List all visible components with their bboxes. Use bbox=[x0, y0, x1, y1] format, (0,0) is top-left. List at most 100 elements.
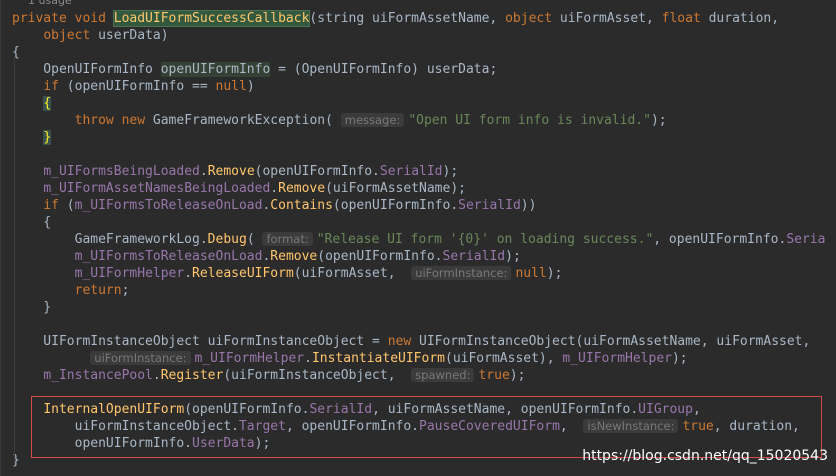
code-line[interactable] bbox=[0, 146, 836, 163]
code-line[interactable]: { bbox=[0, 44, 836, 61]
code-line[interactable]: } bbox=[0, 299, 836, 316]
code-token: m_UIFormsToReleaseOnLoad bbox=[74, 249, 263, 264]
code-token: "Open UI form info is invalid." bbox=[408, 113, 651, 128]
code-token: (openUIFormInfo. bbox=[332, 198, 459, 213]
code-token: (uiFormAssetName); bbox=[325, 181, 466, 196]
indent-guide bbox=[14, 56, 15, 464]
code-token: uiFormAsset, bbox=[552, 11, 662, 26]
code-token: (openUIFormInfo == bbox=[58, 79, 216, 94]
code-token: UIFormInstanceObject uiFormInstanceObjec… bbox=[12, 334, 388, 349]
code-token: m_UIFormHelper bbox=[194, 351, 305, 366]
code-line[interactable]: m_InstancePool.Register(uiFormInstanceOb… bbox=[0, 367, 836, 384]
code-line[interactable]: } bbox=[0, 129, 836, 146]
code-token: (openUIFormInfo. bbox=[254, 164, 380, 179]
code-line[interactable]: if (openUIFormInfo == null) bbox=[0, 78, 836, 95]
code-line[interactable]: m_UIFormsToReleaseOnLoad.Remove(openUIFo… bbox=[0, 248, 836, 265]
code-token: (openUIFormInfo. bbox=[317, 249, 443, 264]
code-token: private void bbox=[12, 11, 114, 26]
code-token: if bbox=[43, 198, 59, 213]
code-editor[interactable]: 1 usage private void LoadUIFormSuccessCa… bbox=[0, 0, 836, 476]
code-line[interactable]: GameFrameworkLog.Debug( format: "Release … bbox=[0, 231, 836, 248]
code-token: Debug bbox=[207, 232, 247, 247]
code-token: SerialId bbox=[458, 198, 521, 213]
code-line[interactable]: m_UIFormAssetNamesBeingLoaded.Remove(uiF… bbox=[0, 180, 836, 197]
code-token: null bbox=[515, 266, 547, 281]
code-token: (uiFormInstanceObject, bbox=[223, 368, 412, 383]
code-token: LoadUIFormSuccessCallback bbox=[112, 10, 311, 27]
code-token: Seria bbox=[786, 232, 826, 247]
code-token: . bbox=[184, 266, 193, 281]
code-token: ( bbox=[246, 232, 263, 247]
code-token: (uiFormAsset, bbox=[293, 266, 412, 281]
code-token: ( bbox=[58, 198, 75, 213]
code-token: object bbox=[43, 28, 91, 43]
code-token: . bbox=[270, 181, 279, 196]
code-token: true bbox=[478, 368, 510, 383]
code-token: (uiFormAsset), bbox=[445, 351, 563, 366]
code-token: Register bbox=[160, 368, 224, 383]
code-token: float bbox=[661, 11, 701, 26]
code-token: m_InstancePool bbox=[43, 368, 153, 383]
code-line[interactable]: { bbox=[0, 214, 836, 231]
code-token: return bbox=[74, 283, 122, 298]
code-token: m_UIFormAssetNamesBeingLoaded bbox=[43, 181, 271, 196]
code-token: openUIFormInfo bbox=[160, 62, 271, 77]
code-token: GameFrameworkException( bbox=[145, 113, 341, 128]
code-token: SerialId bbox=[442, 249, 506, 264]
code-token: GameFrameworkLog. bbox=[12, 232, 208, 247]
code-token: throw new bbox=[74, 113, 146, 128]
code-token: ); bbox=[650, 113, 667, 128]
code-token: Contains bbox=[270, 198, 333, 213]
code-token: new bbox=[387, 334, 412, 349]
code-token: Remove bbox=[278, 181, 326, 196]
code-token: if bbox=[43, 79, 59, 94]
parameter-hint: format: bbox=[262, 232, 313, 246]
code-token: m_UIFormsToReleaseOnLoad bbox=[74, 198, 263, 213]
parameter-hint: uiFormInstance: bbox=[90, 351, 191, 365]
code-line[interactable]: if (m_UIFormsToReleaseOnLoad.Contains(op… bbox=[0, 197, 836, 214]
code-token: Remove bbox=[207, 164, 255, 179]
code-token: m_UIFormHelper bbox=[74, 266, 185, 281]
usage-hint[interactable]: 1 usage bbox=[28, 0, 72, 8]
code-line[interactable]: UIFormInstanceObject uiFormInstanceObjec… bbox=[0, 333, 836, 350]
parameter-hint: spawned: bbox=[411, 368, 475, 382]
code-line[interactable]: throw new GameFrameworkException( messag… bbox=[0, 112, 836, 129]
code-line[interactable]: return; bbox=[0, 282, 836, 299]
code-token: m_UIFormHelper bbox=[562, 351, 672, 366]
code-token: ); bbox=[505, 249, 521, 264]
code-line[interactable] bbox=[0, 316, 836, 333]
code-token: ) bbox=[246, 79, 255, 94]
code-token: ; bbox=[121, 283, 130, 298]
code-token: ); bbox=[546, 266, 563, 281]
code-token: SerialId bbox=[379, 164, 443, 179]
code-line[interactable]: private void LoadUIFormSuccessCallback(s… bbox=[0, 10, 836, 27]
code-token: InstantiateUIForm bbox=[311, 351, 445, 366]
code-token: userData) bbox=[90, 28, 169, 43]
code-line[interactable]: m_UIFormsBeingLoaded.Remove(openUIFormIn… bbox=[0, 163, 836, 180]
code-line[interactable]: OpenUIFormInfo openUIFormInfo = (OpenUIF… bbox=[0, 61, 836, 78]
code-line[interactable]: uiFormInstance: m_UIFormHelper.Instantiat… bbox=[0, 350, 836, 367]
code-token: )) bbox=[520, 198, 537, 213]
code-token: { bbox=[12, 215, 52, 230]
code-token: . bbox=[199, 164, 208, 179]
code-token: "Release UI form '{0}' on loading succes… bbox=[316, 232, 654, 247]
code-line[interactable]: { bbox=[0, 95, 836, 112]
code-line[interactable]: object userData) bbox=[0, 27, 836, 44]
code-token: (string uiFormAssetName, bbox=[309, 11, 506, 26]
parameter-hint: message: bbox=[340, 113, 405, 127]
code-token: Remove bbox=[270, 249, 318, 264]
code-line[interactable]: m_UIFormHelper.ReleaseUIForm(uiFormAsset… bbox=[0, 265, 836, 282]
code-token: UIFormInstanceObject(uiFormAssetName, ui… bbox=[411, 334, 811, 349]
code-token: } bbox=[12, 300, 52, 315]
code-token: . bbox=[304, 351, 312, 366]
